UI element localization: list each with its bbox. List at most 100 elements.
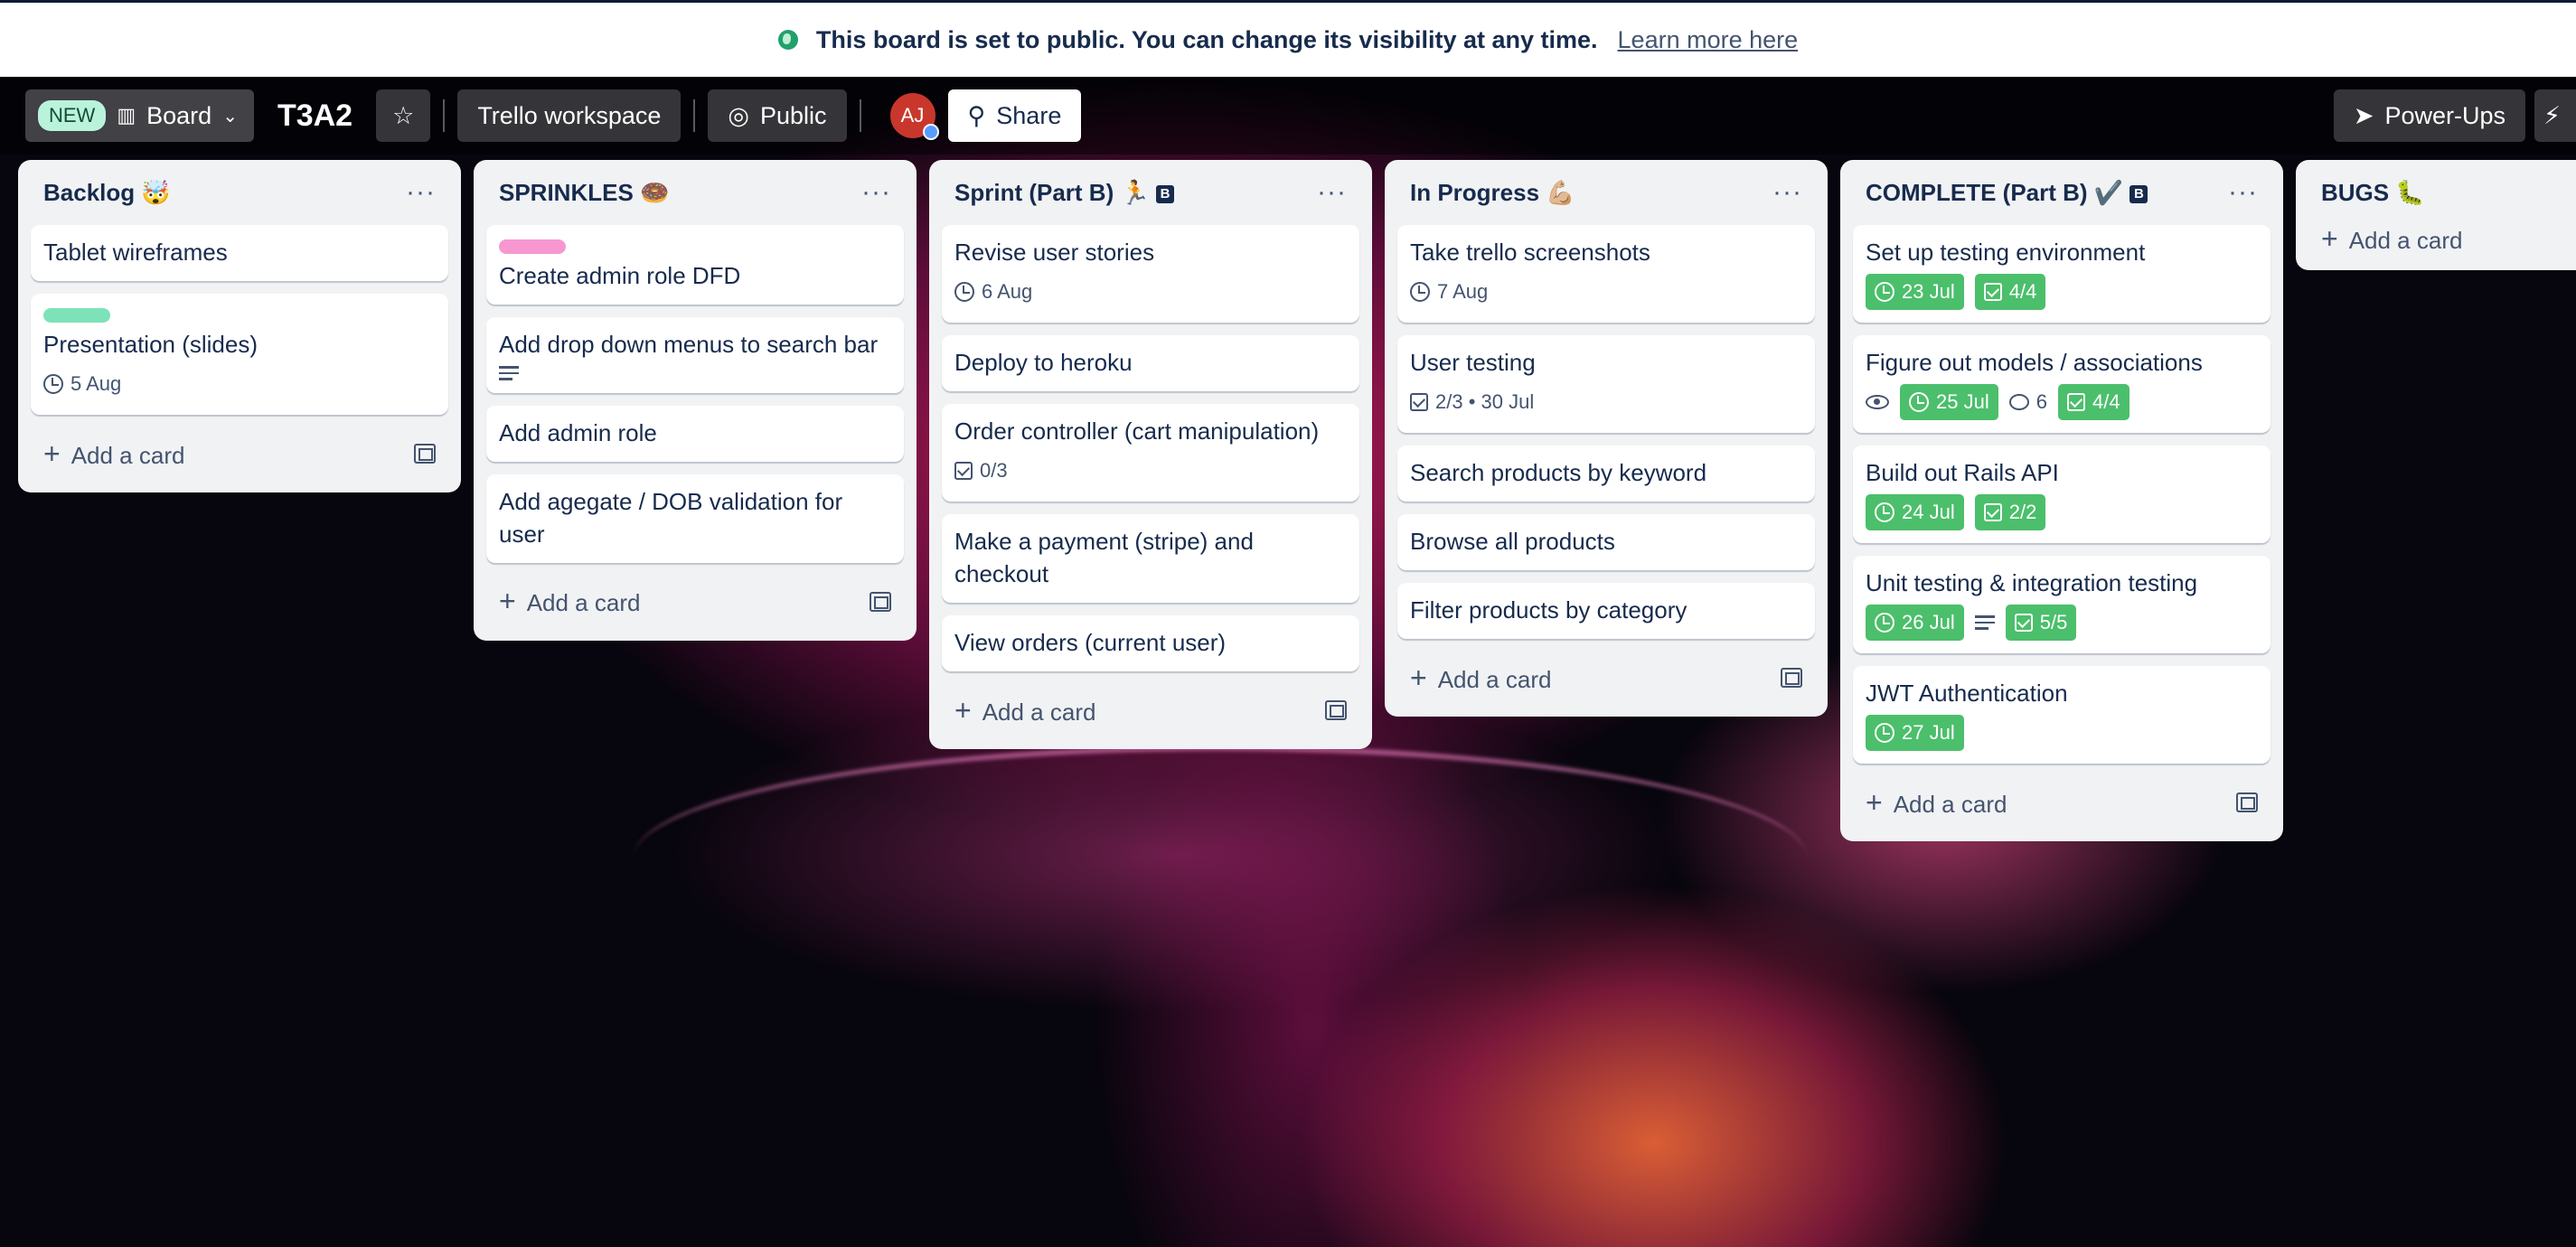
add-card-button[interactable]: + Add a card <box>942 684 1359 736</box>
checklist-icon <box>2014 614 2033 632</box>
card[interactable]: Filter products by category <box>1397 583 1815 639</box>
checklist-text: 0/3 <box>980 459 1008 482</box>
comments-badge: 6 <box>2008 384 2047 420</box>
card[interactable]: Set up testing environment 23 Jul 4/4 <box>1853 225 2270 323</box>
list-title[interactable]: Backlog 🤯 <box>43 179 171 207</box>
more-icon[interactable]: ··· <box>1772 177 1802 208</box>
add-card-button[interactable]: + Add a card <box>1397 652 1815 704</box>
due-date-complete-badge[interactable]: 27 Jul <box>1866 715 1964 751</box>
card[interactable]: Revise user stories 6 Aug <box>942 225 1359 323</box>
card-badges: 7 Aug <box>1410 274 1802 310</box>
clock-icon <box>1875 282 1894 302</box>
due-date-complete-badge[interactable]: 26 Jul <box>1866 605 1964 641</box>
due-date-text: 23 Jul <box>1902 280 1955 303</box>
due-date-badge: 5 Aug <box>43 366 121 402</box>
card[interactable]: Deploy to heroku <box>942 335 1359 391</box>
card-template-icon[interactable] <box>870 591 891 612</box>
add-card-button[interactable]: + Add a card <box>1853 776 2270 829</box>
list-sprint-part-b: Sprint (Part B) 🏃 B ··· Revise user stor… <box>929 160 1372 749</box>
checklist-text: 4/4 <box>2008 280 2037 303</box>
checklist-icon <box>1410 393 1428 411</box>
view-switcher-button[interactable]: NEW ▥ Board ⌄ <box>25 89 254 142</box>
card-template-icon[interactable] <box>2236 792 2258 812</box>
card-title: Add admin role <box>499 418 657 446</box>
card-title: Tablet wireframes <box>43 239 228 266</box>
card[interactable]: Build out Rails API 24 Jul 2/2 <box>1853 445 2270 543</box>
more-icon[interactable]: ··· <box>1317 177 1347 208</box>
card[interactable]: Presentation (slides) 5 Aug <box>31 294 448 415</box>
automation-button[interactable]: ⚡ <box>2534 89 2576 142</box>
card-template-icon[interactable] <box>414 444 436 464</box>
card-badges: 25 Jul 6 4/4 <box>1866 384 2258 420</box>
card-badges: 6 Aug <box>954 274 1347 310</box>
add-card-label: Add a card <box>526 589 641 616</box>
card-template-icon[interactable] <box>1781 668 1802 688</box>
workspace-button[interactable]: Trello workspace <box>457 89 682 142</box>
power-ups-button[interactable]: ➤ Power-Ups <box>2333 89 2525 142</box>
add-card-button[interactable]: + Add a card <box>486 576 904 628</box>
card[interactable]: Make a payment (stripe) and checkout <box>942 514 1359 603</box>
due-date-text: 26 Jul <box>1902 611 1955 633</box>
plus-icon: + <box>43 436 61 470</box>
add-card-button[interactable]: + Add a card <box>31 427 448 480</box>
card-badges: 26 Jul 5/5 <box>1866 605 2258 641</box>
share-button[interactable]: ⚲ Share <box>947 89 1082 142</box>
globe-icon: ◎ <box>728 101 749 129</box>
card[interactable]: Add admin role <box>486 405 904 462</box>
list-in-progress: In Progress 💪🏼 ··· Take trello screensho… <box>1385 160 1828 717</box>
card[interactable]: View orders (current user) <box>942 615 1359 671</box>
card-title: View orders (current user) <box>954 629 1227 656</box>
card[interactable]: Unit testing & integration testing 26 Ju… <box>1853 556 2270 653</box>
plus-icon: + <box>954 693 972 727</box>
checklist-complete-badge: 5/5 <box>2005 605 2077 641</box>
new-badge: NEW <box>38 100 107 131</box>
list-title[interactable]: BUGS 🐛 <box>2321 179 2425 207</box>
list-title[interactable]: In Progress 💪🏼 <box>1410 179 1575 207</box>
card-label-pink <box>499 239 566 254</box>
due-date-complete-badge[interactable]: 24 Jul <box>1866 494 1964 530</box>
list-title[interactable]: SPRINKLES 🍩 <box>499 179 669 207</box>
add-card-label: Add a card <box>1437 665 1552 693</box>
star-button[interactable]: ☆ <box>376 89 431 142</box>
avatar[interactable]: AJ <box>889 93 939 140</box>
card[interactable]: Add agegate / DOB validation for user <box>486 473 904 563</box>
lightning-icon: ⚡ <box>2543 101 2561 129</box>
list-title[interactable]: Sprint (Part B) 🏃 B <box>954 179 1175 207</box>
more-icon[interactable]: ··· <box>2228 177 2258 208</box>
card[interactable]: Search products by keyword <box>1397 445 1815 502</box>
checklist-badge: 2/3 • 30 Jul <box>1410 384 1534 420</box>
due-date-badge: 7 Aug <box>1410 274 1488 310</box>
add-card-button[interactable]: + Add a card <box>2308 212 2563 265</box>
card[interactable]: Figure out models / associations 25 Jul … <box>1853 335 2270 433</box>
due-date-text: 27 Jul <box>1902 721 1955 744</box>
more-icon[interactable]: ··· <box>861 177 891 208</box>
card-title: User testing <box>1410 349 1536 376</box>
list-title[interactable]: COMPLETE (Part B) ✔️ B <box>1866 179 2148 207</box>
card-title: Revise user stories <box>954 239 1155 266</box>
card-title: Take trello screenshots <box>1410 239 1650 266</box>
card[interactable]: JWT Authentication 27 Jul <box>1853 666 2270 764</box>
board-title[interactable]: T3A2 <box>267 98 363 134</box>
star-icon: ☆ <box>392 101 415 129</box>
checklist-icon <box>954 462 973 480</box>
card-title: Browse all products <box>1410 528 1615 555</box>
card[interactable]: Browse all products <box>1397 514 1815 570</box>
clock-icon <box>1875 723 1894 743</box>
more-icon[interactable]: ··· <box>406 177 436 208</box>
checklist-icon <box>1983 283 2002 301</box>
learn-more-link[interactable]: Learn more here <box>1618 26 1799 54</box>
visibility-button[interactable]: ◎ Public <box>708 89 847 142</box>
card[interactable]: Add drop down menus to search bar <box>486 317 904 393</box>
card-template-icon[interactable] <box>1325 700 1347 720</box>
clock-icon <box>1909 392 1929 412</box>
card[interactable]: Tablet wireframes <box>31 225 448 281</box>
divider <box>693 99 696 132</box>
card[interactable]: Take trello screenshots 7 Aug <box>1397 225 1815 323</box>
card[interactable]: Order controller (cart manipulation) 0/3 <box>942 404 1359 502</box>
due-date-complete-badge[interactable]: 23 Jul <box>1866 274 1964 310</box>
due-date-complete-badge[interactable]: 25 Jul <box>1900 384 1998 420</box>
avatar-initials: AJ <box>900 104 925 127</box>
card[interactable]: Create admin role DFD <box>486 225 904 305</box>
due-date-text: 24 Jul <box>1902 501 1955 523</box>
card[interactable]: User testing 2/3 • 30 Jul <box>1397 335 1815 433</box>
